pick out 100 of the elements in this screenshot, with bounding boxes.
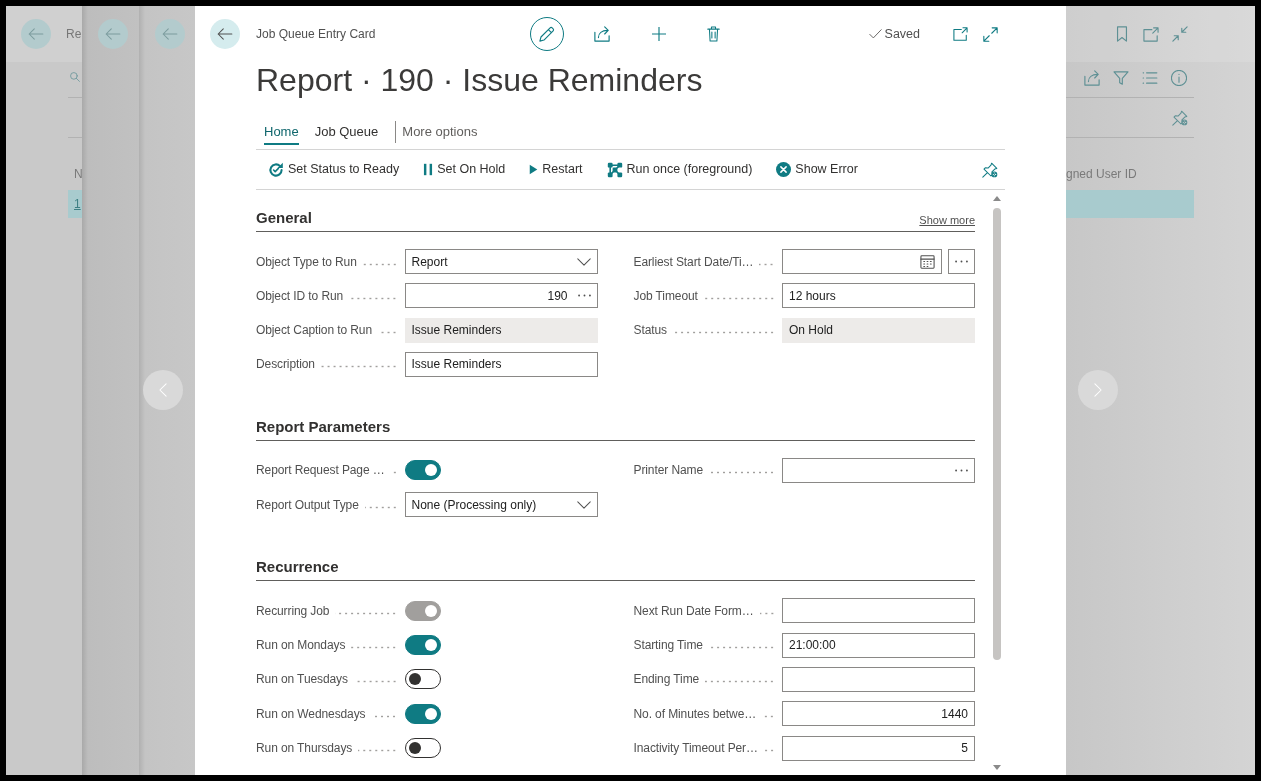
- dotted-leader: [364, 505, 398, 509]
- tab[interactable]: Home: [264, 123, 299, 145]
- more-icon[interactable]: [955, 469, 968, 472]
- arrow-left-icon: [162, 28, 178, 40]
- more-options-tab[interactable]: More options: [402, 123, 478, 145]
- number-field[interactable]: 5: [782, 735, 975, 761]
- show-more-link[interactable]: Show more: [919, 212, 975, 228]
- date-time-field[interactable]: [782, 249, 942, 274]
- text-field[interactable]: Issue Reminders: [404, 352, 598, 377]
- calendar-icon[interactable]: [920, 254, 935, 269]
- field-label: No. of Minutes betwe…: [633, 705, 757, 723]
- dotted-leader: [763, 749, 775, 753]
- more-icon[interactable]: [577, 294, 591, 298]
- check-icon: [868, 29, 882, 39]
- share-icon[interactable]: [593, 26, 610, 42]
- field-label: Inactivity Timeout Per…: [633, 740, 758, 758]
- tab[interactable]: Job Queue: [314, 123, 379, 145]
- action-button[interactable]: Restart: [517, 153, 595, 186]
- error-icon: [776, 162, 792, 177]
- field-label: Earliest Start Date/Ti…: [633, 253, 754, 271]
- nodes-icon: [606, 161, 623, 178]
- scroll-up-icon[interactable]: [993, 196, 1001, 201]
- scrollbar-thumb[interactable]: [993, 208, 1001, 660]
- text-field[interactable]: [782, 598, 975, 624]
- field-label: Next Run Date Form…: [633, 602, 754, 620]
- field-label: Starting Time: [633, 637, 703, 655]
- dotted-leader: [703, 296, 775, 300]
- expand-icon[interactable]: [983, 26, 998, 42]
- toggle-switch[interactable]: [404, 738, 441, 759]
- chevron-down-icon: [576, 500, 591, 509]
- dotted-leader: [759, 611, 775, 615]
- dotted-leader: [349, 296, 398, 300]
- bookmark-icon[interactable]: [1114, 26, 1130, 42]
- open-window-icon[interactable]: [953, 27, 968, 41]
- toggle-switch[interactable]: [404, 703, 441, 724]
- field-label: Object Caption to Run: [256, 322, 372, 340]
- number-field[interactable]: 1440: [782, 701, 975, 727]
- dotted-leader: [759, 262, 775, 266]
- dotted-leader: [358, 749, 398, 753]
- action-button[interactable]: Run once (foreground): [594, 153, 765, 186]
- circular-arrow-icon: [268, 161, 284, 178]
- pencil-icon: [538, 26, 555, 42]
- field-label: Run on Mondays: [256, 637, 346, 655]
- more-button[interactable]: [948, 249, 975, 274]
- dropdown-field[interactable]: None (Processing only): [404, 492, 598, 518]
- dropdown-field[interactable]: Report: [404, 249, 598, 274]
- arrow-left-icon: [217, 28, 233, 40]
- field-label: Run on Tuesdays: [256, 671, 348, 689]
- collapse-icon[interactable]: [1172, 26, 1188, 42]
- action-button[interactable]: Set Status to Ready: [256, 153, 412, 186]
- section-title: Recurrence: [256, 557, 339, 578]
- back-button[interactable]: [210, 19, 240, 49]
- edit-button[interactable]: [529, 17, 564, 51]
- arrow-left-icon: [28, 28, 44, 40]
- text-field[interactable]: 21:00:00: [782, 632, 975, 658]
- field-label: Run on Wednesdays: [256, 705, 366, 723]
- action-button[interactable]: Show Error: [764, 153, 870, 186]
- list-icon[interactable]: [1142, 72, 1158, 84]
- page-title: Report · 190 · Issue Reminders: [256, 61, 703, 100]
- field-label: Status: [633, 322, 667, 340]
- save-status: Saved: [884, 25, 920, 43]
- field-label: Report Output Type: [256, 496, 359, 514]
- page-title: Re: [66, 26, 82, 43]
- dotted-leader: [351, 646, 398, 650]
- page-caption: Job Queue Entry Card: [256, 26, 376, 43]
- share-icon[interactable]: [1084, 70, 1100, 86]
- toggle-switch[interactable]: [404, 635, 441, 656]
- dotted-leader: [362, 262, 398, 266]
- section-title: Report Parameters: [256, 417, 391, 437]
- chevron-down-icon: [576, 257, 591, 266]
- field-label: Object ID to Run: [256, 287, 344, 305]
- scroll-down-icon[interactable]: [993, 765, 1001, 770]
- dotted-leader: [709, 471, 775, 475]
- field-label: Object Type to Run: [256, 253, 357, 271]
- toggle-switch[interactable]: [404, 460, 441, 481]
- section-title: General: [256, 208, 312, 228]
- pin-icon[interactable]: [1172, 109, 1188, 126]
- chevron-left-icon: [159, 383, 167, 397]
- text-field[interactable]: [782, 458, 975, 483]
- search-icon[interactable]: [70, 72, 80, 82]
- info-icon[interactable]: [1171, 70, 1187, 86]
- action-button[interactable]: Set On Hold: [411, 153, 518, 186]
- pin-icon[interactable]: [982, 161, 998, 178]
- column-header: N: [73, 166, 82, 182]
- field-label: Description: [256, 356, 315, 374]
- dotted-leader: [708, 646, 775, 650]
- pause-icon: [423, 163, 434, 176]
- number-field[interactable]: 190: [404, 283, 598, 309]
- arrow-left-icon: [105, 28, 121, 40]
- text-field[interactable]: 12 hours: [782, 283, 975, 309]
- plus-icon[interactable]: [651, 27, 666, 41]
- toggle-switch[interactable]: [404, 669, 441, 690]
- field-label: Recurring Job: [256, 602, 330, 620]
- trash-icon[interactable]: [706, 26, 720, 42]
- dotted-leader: [705, 680, 775, 684]
- chevron-right-icon: [1094, 383, 1102, 397]
- play-icon: [529, 164, 539, 175]
- text-field[interactable]: [782, 666, 975, 692]
- open-window-icon[interactable]: [1143, 26, 1159, 42]
- filter-icon[interactable]: [1113, 71, 1129, 85]
